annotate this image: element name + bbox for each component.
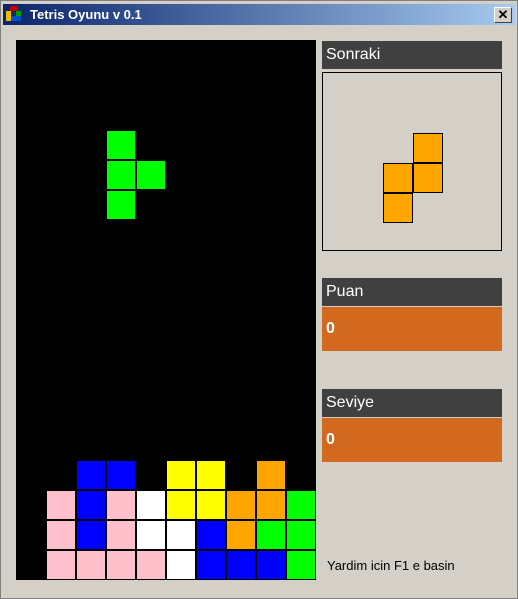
settled-block [286, 520, 316, 550]
settled-block [196, 520, 226, 550]
settled-block [76, 490, 106, 520]
settled-block [256, 490, 286, 520]
settled-block [76, 550, 106, 580]
settled-block [76, 460, 106, 490]
settled-block [166, 490, 196, 520]
settled-block [106, 520, 136, 550]
settled-block [166, 520, 196, 550]
app-icon [6, 6, 22, 22]
settled-block [136, 550, 166, 580]
active-piece-block [106, 130, 136, 160]
settled-block [136, 520, 166, 550]
next-piece-block [413, 163, 443, 193]
next-piece-preview [322, 72, 502, 251]
title-bar[interactable]: Tetris Oyunu v 0.1 ✕ [3, 4, 515, 25]
settled-block [286, 550, 316, 580]
close-icon: ✕ [497, 7, 509, 22]
next-piece-block [383, 163, 413, 193]
settled-block [256, 460, 286, 490]
score-header: Puan [322, 278, 502, 306]
settled-block [196, 550, 226, 580]
score-value: 0 [322, 307, 502, 351]
window-title: Tetris Oyunu v 0.1 [30, 7, 142, 22]
active-piece-block [106, 160, 136, 190]
settled-block [286, 490, 316, 520]
level-header: Seviye [322, 389, 502, 417]
settled-block [106, 550, 136, 580]
settled-block [106, 460, 136, 490]
settled-block [76, 520, 106, 550]
game-window: Tetris Oyunu v 0.1 ✕ Sonraki Puan 0 Sevi… [0, 0, 518, 599]
settled-block [196, 490, 226, 520]
level-value: 0 [322, 418, 502, 462]
settled-block [46, 550, 76, 580]
settled-block [106, 490, 136, 520]
settled-block [166, 550, 196, 580]
settled-block [256, 520, 286, 550]
help-text: Yardim icin F1 e basin [327, 558, 455, 573]
active-piece-block [106, 190, 136, 220]
settled-block [136, 490, 166, 520]
settled-block [166, 460, 196, 490]
next-piece-block [413, 133, 443, 163]
settled-block [46, 490, 76, 520]
settled-block [256, 550, 286, 580]
close-button[interactable]: ✕ [494, 7, 512, 23]
game-board[interactable] [16, 40, 316, 580]
next-piece-header: Sonraki [322, 41, 502, 69]
next-piece-block [383, 193, 413, 223]
settled-block [46, 520, 76, 550]
active-piece-block [136, 160, 166, 190]
settled-block [226, 550, 256, 580]
settled-block [196, 460, 226, 490]
settled-block [226, 490, 256, 520]
settled-block [226, 520, 256, 550]
